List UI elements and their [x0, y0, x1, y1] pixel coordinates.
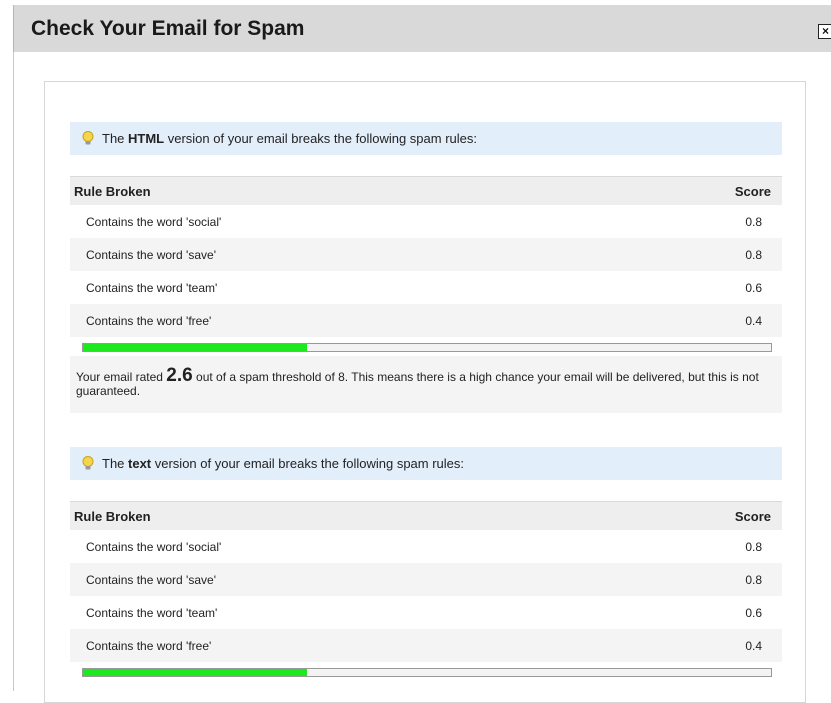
text-section: The text version of your email breaks th…	[70, 447, 782, 677]
rule-text: Contains the word 'free'	[86, 313, 212, 328]
table-row: Contains the word 'social' 0.8	[70, 530, 782, 563]
notice-prefix: The	[102, 131, 129, 146]
spam-score-meter-fill	[83, 344, 307, 351]
rule-score: 0.8	[745, 214, 762, 229]
close-icon[interactable]: ×	[818, 24, 831, 39]
notice-suffix: version of your email breaks the followi…	[164, 131, 477, 146]
spam-score-meter-fill	[83, 669, 307, 676]
table-row: Contains the word 'free' 0.4	[70, 304, 782, 337]
table-row: Contains the word 'social' 0.8	[70, 205, 782, 238]
rule-score: 0.4	[745, 638, 762, 653]
table-rows: Contains the word 'social' 0.8 Contains …	[70, 530, 782, 662]
rule-text: Contains the word 'team'	[86, 605, 218, 620]
dialog-body: The HTML version of your email breaks th…	[13, 52, 831, 703]
summary-score: 2.6	[166, 365, 193, 386]
notice-suffix: version of your email breaks the followi…	[151, 456, 465, 471]
text-notice: The text version of your email breaks th…	[70, 447, 782, 480]
rule-score: 0.6	[745, 605, 762, 620]
table-row: Contains the word 'free' 0.4	[70, 629, 782, 662]
rule-score: 0.8	[745, 247, 762, 262]
html-section: The HTML version of your email breaks th…	[70, 122, 782, 413]
rule-text: Contains the word 'free'	[86, 638, 212, 653]
lightbulb-icon	[82, 131, 94, 145]
html-rules-table: Rule Broken Score Contains the word 'soc…	[70, 176, 782, 337]
col-score-header: Score	[734, 508, 771, 524]
spam-summary: Your email rated 2.6 out of a spam thres…	[70, 356, 782, 413]
table-rows: Contains the word 'social' 0.8 Contains …	[70, 205, 782, 337]
rule-text: Contains the word 'social'	[86, 214, 222, 229]
rule-text: Contains the word 'team'	[86, 280, 218, 295]
rule-score: 0.8	[745, 572, 762, 587]
rule-score: 0.8	[745, 539, 762, 554]
col-rule-header: Rule Broken	[74, 183, 151, 199]
notice-bold: text	[128, 456, 152, 471]
col-score-header: Score	[734, 183, 771, 199]
table-row: Contains the word 'save' 0.8	[70, 563, 782, 596]
spam-score-meter	[82, 668, 772, 677]
table-row: Contains the word 'team' 0.6	[70, 596, 782, 629]
results-panel: The HTML version of your email breaks th…	[44, 81, 806, 703]
col-rule-header: Rule Broken	[74, 508, 151, 524]
html-notice: The HTML version of your email breaks th…	[70, 122, 782, 155]
spam-score-meter	[82, 343, 772, 352]
rule-score: 0.6	[745, 280, 762, 295]
lightbulb-icon	[82, 456, 94, 470]
table-row: Contains the word 'team' 0.6	[70, 271, 782, 304]
dialog-title: Check Your Email for Spam	[31, 17, 305, 40]
rule-text: Contains the word 'save'	[86, 247, 216, 262]
rule-text: Contains the word 'social'	[86, 539, 222, 554]
text-rules-table: Rule Broken Score Contains the word 'soc…	[70, 501, 782, 662]
table-row: Contains the word 'save' 0.8	[70, 238, 782, 271]
dialog-titlebar: Check Your Email for Spam ×	[13, 5, 831, 52]
notice-prefix: The	[102, 456, 129, 471]
rule-score: 0.4	[745, 313, 762, 328]
table-header: Rule Broken Score	[70, 176, 782, 205]
rule-text: Contains the word 'save'	[86, 572, 216, 587]
summary-prefix: Your email rated	[76, 370, 167, 384]
notice-bold: HTML	[128, 131, 165, 146]
table-header: Rule Broken Score	[70, 501, 782, 530]
